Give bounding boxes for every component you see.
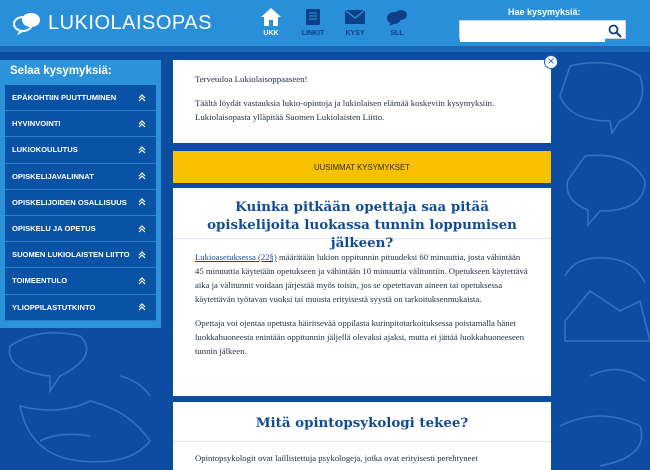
sidebar-item-epakohtiin-puuttuminen[interactable]: EPÄKOHTIIN PUUTTUMINEN — [5, 85, 156, 112]
sidebar-item-label: LUKIOKOULUTUS — [12, 145, 78, 155]
double-chevron-up-icon — [138, 198, 146, 206]
nav-label: UKK — [263, 30, 279, 37]
double-chevron-up-icon — [138, 119, 146, 128]
sidebar: Selaa kysymyksiä: EPÄKOHTIIN PUUTTUMINEN… — [0, 60, 161, 328]
sidebar-item-suomen-lukiolaisten-liitto[interactable]: SUOMEN LUKIOLAISTEN LIITTO — [5, 242, 156, 269]
welcome-card: × Tervetuloa Lukiolaisoppaaseen! Täältä … — [173, 55, 558, 143]
envelope-icon — [342, 6, 368, 28]
double-chevron-up-icon — [138, 303, 146, 311]
sidebar-item-label: YLIOPPILASTUTKINTO — [12, 302, 96, 312]
question-answer: Lukioasetuksessa (22§) määrätään lukion … — [173, 239, 551, 358]
sidebar-item-opiskelijoiden-osallisuus[interactable]: OPISKELIJOIDEN OSALLISUUS — [5, 189, 156, 216]
double-chevron-up-icon — [138, 277, 146, 285]
lukioasetus-link[interactable]: Lukioasetuksessa (22§) — [195, 252, 277, 262]
nav-sll[interactable]: SLL — [378, 6, 416, 42]
sidebar-item-label: TOIMEENTULO — [12, 276, 68, 286]
sidebar-item-label: OPISKELIJAVALINNAT — [12, 171, 94, 181]
sidebar-item-label: HYVINVOINTI — [12, 119, 61, 129]
double-chevron-up-icon — [138, 93, 146, 102]
logo-text: LUKIOLAISOPAS — [48, 11, 212, 34]
search-icon[interactable] — [608, 23, 622, 38]
sidebar-item-label: SUOMEN LUKIOLAISTEN LIITTO — [12, 250, 130, 260]
sidebar-item-ylioppilastutkinto[interactable]: YLIOPPILASTUTKINTO — [5, 294, 156, 321]
answer-paragraph: Opintopsykologit ovat laillistettuja psy… — [195, 453, 478, 463]
sidebar-item-label: OPISKELIJOIDEN OSALLISUUS — [12, 197, 127, 207]
search-input[interactable] — [460, 24, 605, 42]
nav-label: SLL — [390, 30, 404, 37]
search-field — [459, 20, 626, 42]
double-chevron-up-icon — [138, 146, 146, 154]
sidebar-item-opiskelu-ja-opetus[interactable]: OPISKELU JA OPETUS — [5, 215, 156, 243]
sidebar-item-lukiokoulutus[interactable]: LUKIOKOULUTUS — [5, 137, 156, 164]
main-content: × Tervetuloa Lukiolaisoppaaseen! Täältä … — [173, 55, 558, 470]
sidebar-title: Selaa kysymyksiä: — [10, 65, 112, 77]
welcome-text: Täältä löydät vastauksia lukio-opintoja … — [195, 98, 495, 123]
question-answer: Opintopsykologit ovat laillistettuja psy… — [173, 442, 551, 466]
double-chevron-up-icon — [138, 224, 146, 232]
sidebar-item-opiskelijavalinnat[interactable]: OPISKELIJAVALINNAT — [5, 163, 156, 190]
site-logo[interactable]: LUKIOLAISOPAS — [12, 8, 212, 38]
search-label: Hae kysymyksiä: — [508, 7, 581, 17]
sidebar-item-toimeentulo[interactable]: TOIMEENTULO — [5, 268, 156, 295]
question-card: Kuinka pitkään opettaja saa pitää opiske… — [173, 188, 551, 396]
answer-paragraph: Lukioasetuksessa (22§) määrätään lukion … — [195, 251, 529, 307]
sidebar-list: EPÄKOHTIIN PUUTTUMINEN HYVINVOINTI LUKIO… — [5, 85, 156, 321]
nav-kysy[interactable]: KYSY — [336, 6, 374, 42]
sidebar-item-hyvinvointi[interactable]: HYVINVOINTI — [5, 111, 156, 138]
header-strip — [0, 46, 650, 52]
question-title[interactable]: Kuinka pitkään opettaja saa pitää opiske… — [173, 188, 551, 251]
home-icon — [258, 6, 284, 28]
double-chevron-up-icon — [138, 172, 146, 180]
question-title[interactable]: Mitä opintopsykologi tekee? — [173, 402, 551, 442]
answer-paragraph: Opettaja voi ojentaa opetusta häiritsevä… — [195, 317, 525, 356]
sidebar-item-label: OPISKELU JA OPETUS — [12, 224, 96, 234]
double-chevron-up-icon — [138, 250, 146, 259]
question-card: Mitä opintopsykologi tekee? Opintopsykol… — [173, 402, 551, 470]
nav-linkit[interactable]: LINKIT — [294, 6, 332, 42]
latest-questions-button[interactable]: UUSIMMAT KYSYMYKSET — [173, 151, 551, 183]
nav-ukk[interactable]: UKK — [252, 6, 290, 42]
logo-bubbles-icon — [12, 10, 42, 36]
main-nav: UKK LINKIT KYSY SLL — [252, 6, 420, 42]
book-icon — [300, 6, 326, 28]
nav-label: LINKIT — [301, 30, 325, 37]
sll-logo-icon — [384, 6, 410, 28]
welcome-greeting: Tervetuloa Lukiolaisoppaaseen! — [195, 74, 308, 84]
close-icon[interactable]: × — [544, 55, 558, 69]
sidebar-item-label: EPÄKOHTIIN PUUTTUMINEN — [12, 93, 117, 103]
top-header: LUKIOLAISOPAS UKK LINKIT KYSY SLL Hae ky… — [0, 0, 650, 46]
nav-label: KYSY — [345, 30, 365, 37]
